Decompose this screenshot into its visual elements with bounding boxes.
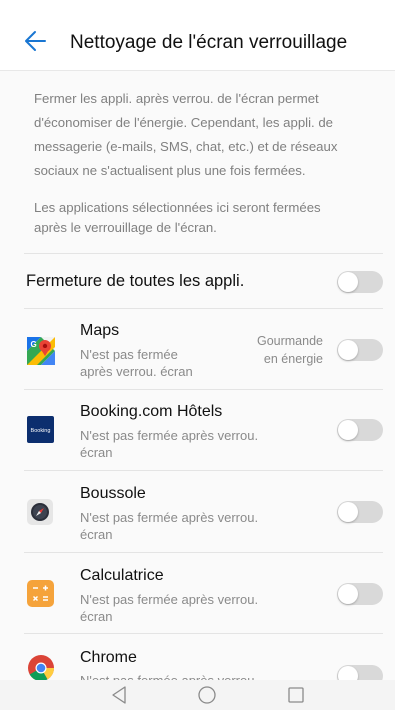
recents-square-icon[interactable] xyxy=(286,685,306,710)
app-name: Booking.com Hôtels xyxy=(80,403,223,420)
back-arrow-icon[interactable] xyxy=(22,28,48,54)
booking-icon: Booking xyxy=(27,416,54,443)
svg-text:Booking: Booking xyxy=(31,428,51,434)
divider xyxy=(24,253,383,254)
calculator-icon xyxy=(27,580,54,607)
svg-text:G: G xyxy=(31,340,37,349)
home-circle-icon[interactable] xyxy=(197,685,217,710)
app-status: N'est pas fermée après verrou. écran xyxy=(80,428,259,460)
app-name: Calculatrice xyxy=(80,567,164,584)
app-row-chrome[interactable]: Chrome N'est pas fermée après verrou. xyxy=(0,634,395,680)
app-row-booking[interactable]: Booking Booking.com Hôtels N'est pas fer… xyxy=(0,390,395,470)
power-hungry-badge: Gourmande en énergie xyxy=(256,334,323,366)
app-toggle-compass[interactable] xyxy=(337,501,383,523)
close-all-apps-label: Fermeture de toutes les appli. xyxy=(26,272,245,290)
app-row-compass[interactable]: Boussole N'est pas fermée après verrou. … xyxy=(0,471,395,551)
system-nav-bar xyxy=(0,680,395,710)
selection-note: Les applications sélectionnées ici seron… xyxy=(34,200,321,235)
app-name: Chrome xyxy=(80,649,137,666)
app-name: Maps xyxy=(80,322,120,339)
compass-icon xyxy=(27,499,53,525)
app-name: Boussole xyxy=(80,485,146,502)
back-triangle-icon[interactable] xyxy=(110,685,128,710)
close-all-apps-toggle[interactable] xyxy=(337,271,383,293)
page-title: Nettoyage de l'écran verrouillage xyxy=(70,32,348,53)
app-toggle-maps[interactable] xyxy=(337,339,383,361)
google-maps-icon: G xyxy=(27,337,55,365)
app-bar: Nettoyage de l'écran verrouillage xyxy=(0,0,395,71)
app-toggle-booking[interactable] xyxy=(337,419,383,441)
screen: Nettoyage de l'écran verrouillage Fermer… xyxy=(0,0,395,710)
app-status: N'est pas fermée après verrou. xyxy=(80,672,258,680)
app-toggle-chrome[interactable] xyxy=(337,665,383,680)
app-toggle-calculator[interactable] xyxy=(337,583,383,605)
description-text: Fermer les appli. après verrou. de l'écr… xyxy=(34,91,338,178)
chrome-icon xyxy=(27,654,55,680)
app-status: N'est pas fermée après verrou. écran xyxy=(80,510,259,542)
app-row-calculator[interactable]: Calculatrice N'est pas fermée après verr… xyxy=(0,553,395,633)
app-row-maps[interactable]: G Maps N'est pas fermée après verrou. éc… xyxy=(0,309,395,389)
app-status: N'est pas fermée après verrou. écran xyxy=(80,592,259,624)
app-status: N'est pas fermée après verrou. écran xyxy=(80,347,193,379)
